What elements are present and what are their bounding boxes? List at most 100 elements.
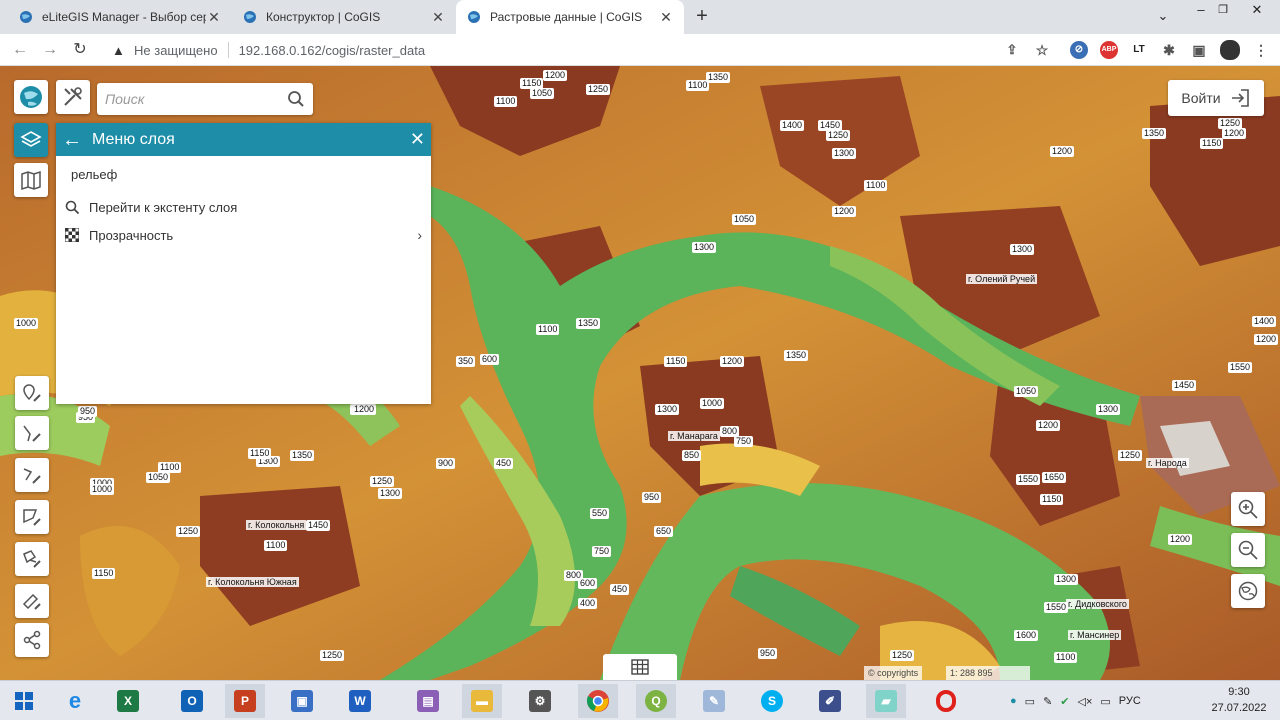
map-view[interactable]: 1100 1150 1050 1200 1250 1100 1350 1450 … [0,66,1280,680]
new-tab-button[interactable]: + [690,4,714,28]
layers-button[interactable] [14,123,48,157]
share-button[interactable] [15,623,49,657]
excel-icon[interactable]: X [108,684,148,718]
logo-globe-button[interactable] [14,80,48,114]
chrome-icon[interactable] [578,684,618,718]
map-icon [21,170,41,191]
contour-label: 550 [590,508,610,519]
share-icon[interactable]: ⇪ [1003,41,1021,59]
attribute-table-button[interactable] [603,654,677,680]
more-menu-icon[interactable]: ⋮ [1252,41,1270,59]
full-extent-button[interactable] [1231,574,1265,608]
network-icon[interactable]: ▭ [1100,695,1110,708]
polyline-tool-button[interactable] [15,458,49,492]
reload-icon[interactable]: ↻ [68,39,92,61]
close-icon[interactable]: ✕ [430,9,446,26]
powerpoint-icon[interactable]: P [225,684,265,718]
copyright-text[interactable]: © copyrights [864,666,923,680]
search-icon[interactable] [287,90,305,108]
settings-app-icon[interactable]: ⚙ [520,684,560,718]
close-icon[interactable]: ✕ [410,129,425,150]
back-arrow-icon[interactable]: ← [62,130,82,150]
close-icon[interactable]: ✕ [658,9,674,26]
clock[interactable]: 9:30 27.07.2022 [1206,684,1272,716]
measure-tool-button[interactable] [15,584,49,618]
contour-label: 450 [610,584,630,595]
winrar-icon[interactable]: ▤ [408,684,448,718]
tools-button[interactable] [56,80,90,114]
contour-label: 1300 [655,404,680,415]
contour-label: 1200 [832,206,857,217]
profile-avatar[interactable] [1220,40,1240,60]
search-bar [97,83,313,115]
windows-logo-icon [15,692,33,710]
start-button[interactable] [4,684,44,718]
point-tool-button[interactable] [15,376,49,410]
contour-label: 1250 [320,650,345,661]
tray-pen-icon[interactable]: ✎ [1043,695,1052,708]
contour-label: 1450 [1172,380,1197,391]
keyboard-language[interactable]: РУС [1119,695,1141,707]
editor-icon[interactable]: ✐ [810,684,850,718]
file-explorer-icon[interactable]: ▬ [462,684,502,718]
bookmark-star-icon[interactable]: ☆ [1033,41,1051,59]
multipolygon-tool-button[interactable] [15,542,49,576]
tab-elitegis-manager[interactable]: eLiteGIS Manager - Выбор серв… ✕ [8,0,232,34]
login-button[interactable]: Войти [1168,80,1264,116]
contour-label: 1300 [692,242,717,253]
tab-title: Конструктор | CoGIS [266,10,381,24]
url-text[interactable]: 192.168.0.162/cogis/raster_data [239,43,425,58]
contour-label: 1550 [1016,474,1041,485]
adblock-icon[interactable]: ABP [1100,41,1118,59]
extension-icon[interactable]: ⊘ [1070,41,1088,59]
tray-chat-icon[interactable]: ▭ [1025,695,1035,708]
contour-label: 600 [480,354,500,365]
clock-time: 9:30 [1228,686,1250,698]
word-icon[interactable]: W [340,684,380,718]
contour-label: 1250 [370,476,395,487]
contour-label: 1300 [378,488,403,499]
skype-icon[interactable]: S [752,684,792,718]
zoom-in-button[interactable] [1231,492,1265,526]
sidebar-icon[interactable]: ▣ [1190,41,1208,59]
transparency-item[interactable]: Прозрачность › [56,221,431,249]
tab-title: eLiteGIS Manager - Выбор серв… [42,10,206,24]
basemap-button[interactable] [14,163,48,197]
search-input[interactable] [105,91,287,107]
tab-konstruktor[interactable]: Конструктор | CoGIS ✕ [232,0,456,34]
contour-label: 1250 [890,650,915,661]
table-icon [631,659,649,675]
outlook-icon[interactable]: O [172,684,212,718]
window-close-button[interactable]: ✕ [1234,0,1280,34]
zoom-out-button[interactable] [1231,533,1265,567]
system-tray: ● ▭ ✎ ✔ ◁× ▭ РУС [1010,681,1141,721]
polygon-tool-button[interactable] [15,500,49,534]
paint-icon[interactable]: ✎ [694,684,734,718]
opera-icon[interactable] [926,684,966,718]
back-arrow-icon[interactable]: ← [8,39,32,61]
tray-shield-icon[interactable]: ✔ [1060,695,1069,708]
address-bar[interactable]: ▲ Не защищено 192.168.0.162/cogis/raster… [104,36,1059,64]
line-tool-button[interactable] [15,416,49,450]
contour-label: 750 [734,436,754,447]
peak-label: г. Олений Ручей [966,274,1038,284]
notes-icon[interactable]: ▰ [866,684,906,718]
forward-arrow-icon[interactable]: → [38,39,62,61]
tray-app-icon[interactable]: ● [1010,695,1017,707]
pin-edit-icon [23,384,41,402]
contour-label: 1200 [720,356,745,367]
zoom-to-layer-extent-item[interactable]: Перейти к экстенту слоя [56,193,431,221]
internet-explorer-icon[interactable]: e [55,684,95,718]
close-icon[interactable]: ✕ [206,9,222,26]
contour-label: 1150 [1200,138,1224,149]
security-status: Не защищено [134,42,218,58]
qgis-icon[interactable]: Q [636,684,676,718]
volume-icon[interactable]: ◁× [1078,695,1093,708]
puzzle-icon[interactable]: ✱ [1160,41,1178,59]
line-edit-icon [23,425,41,442]
languagetool-icon[interactable]: LT [1130,41,1148,59]
browser-tab-strip: eLiteGIS Manager - Выбор серв… ✕ Констру… [0,0,1280,34]
remote-desktop-icon[interactable]: ▣ [282,684,322,718]
contour-label: 950 [78,406,98,417]
tab-raster-data[interactable]: Растровые данные | CoGIS ✕ [456,0,684,34]
